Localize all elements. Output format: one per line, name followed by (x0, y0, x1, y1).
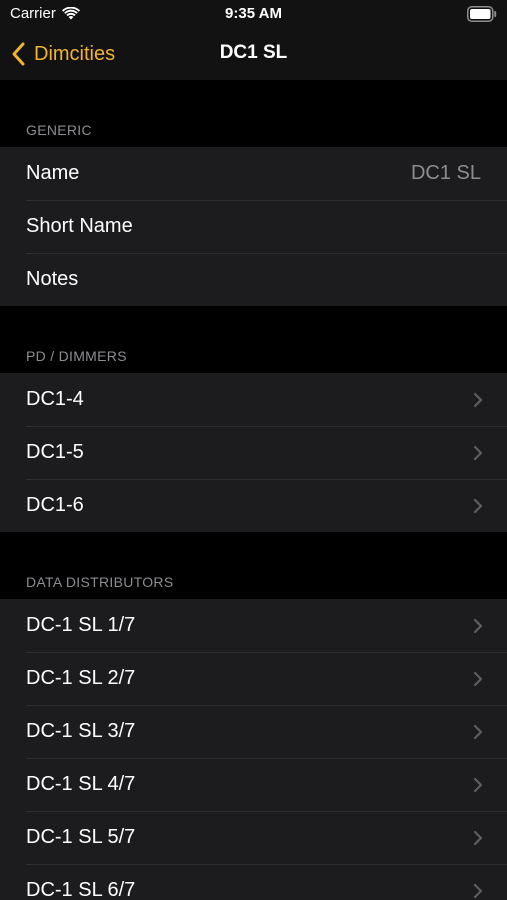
dimmer-row[interactable]: DC1-4 (0, 373, 507, 426)
row-label: DC1-6 (26, 494, 84, 516)
chevron-right-icon (473, 445, 483, 461)
distributor-row[interactable]: DC-1 SL 4/7 (0, 758, 507, 811)
row-label: DC-1 SL 5/7 (26, 826, 136, 848)
section-distributors: DC-1 SL 1/7 DC-1 SL 2/7 DC-1 SL 3/7 DC-1… (0, 599, 507, 900)
short-name-row[interactable]: Short Name (0, 200, 507, 253)
row-label: DC1-5 (26, 441, 84, 463)
distributor-row[interactable]: DC-1 SL 1/7 (0, 599, 507, 652)
chevron-right-icon (473, 671, 483, 687)
section-header-generic: GENERIC (0, 80, 507, 147)
distributor-row[interactable]: DC-1 SL 6/7 (0, 864, 507, 900)
row-label: DC-1 SL 4/7 (26, 773, 136, 795)
status-time: 9:35 AM (225, 5, 282, 22)
chevron-right-icon (473, 618, 483, 634)
row-label: Short Name (26, 215, 133, 237)
notes-row[interactable]: Notes (0, 253, 507, 306)
row-label: DC-1 SL 6/7 (26, 879, 136, 900)
chevron-right-icon (473, 392, 483, 408)
chevron-right-icon (473, 883, 483, 899)
distributor-row[interactable]: DC-1 SL 5/7 (0, 811, 507, 864)
row-label: DC-1 SL 2/7 (26, 667, 136, 689)
row-label: DC-1 SL 3/7 (26, 720, 136, 742)
dimmer-row[interactable]: DC1-6 (0, 479, 507, 532)
chevron-right-icon (473, 830, 483, 846)
status-bar: Carrier 9:35 AM (0, 0, 507, 28)
name-value: DC1 SL (410, 162, 481, 184)
navigation-bar: Dimcities DC1 SL (0, 28, 507, 80)
chevron-right-icon (473, 498, 483, 514)
section-header-label: GENERIC (26, 122, 92, 138)
screen: Carrier 9:35 AM Dimcities DC1 SL GENERIC… (0, 0, 507, 900)
section-generic: Name DC1 SL Short Name Notes (0, 147, 507, 306)
section-header-label: PD / DIMMERS (26, 348, 127, 364)
row-label: Name (26, 162, 80, 184)
row-label: Notes (26, 268, 79, 290)
section-dimmers: DC1-4 DC1-5 DC1-6 (0, 373, 507, 532)
section-header-label: DATA DISTRIBUTORS (26, 574, 174, 590)
settings-list: GENERIC Name DC1 SL Short Name Notes PD … (0, 80, 507, 900)
distributor-row[interactable]: DC-1 SL 3/7 (0, 705, 507, 758)
chevron-right-icon (473, 724, 483, 740)
section-header-distributors: DATA DISTRIBUTORS (0, 532, 507, 599)
section-header-dimmers: PD / DIMMERS (0, 306, 507, 373)
row-label: DC1-4 (26, 388, 84, 410)
name-row[interactable]: Name DC1 SL (0, 147, 507, 200)
chevron-right-icon (473, 777, 483, 793)
distributor-row[interactable]: DC-1 SL 2/7 (0, 652, 507, 705)
dimmer-row[interactable]: DC1-5 (0, 426, 507, 479)
row-label: DC-1 SL 1/7 (26, 614, 136, 636)
battery-icon (467, 6, 497, 22)
page-title: DC1 SL (219, 42, 288, 63)
